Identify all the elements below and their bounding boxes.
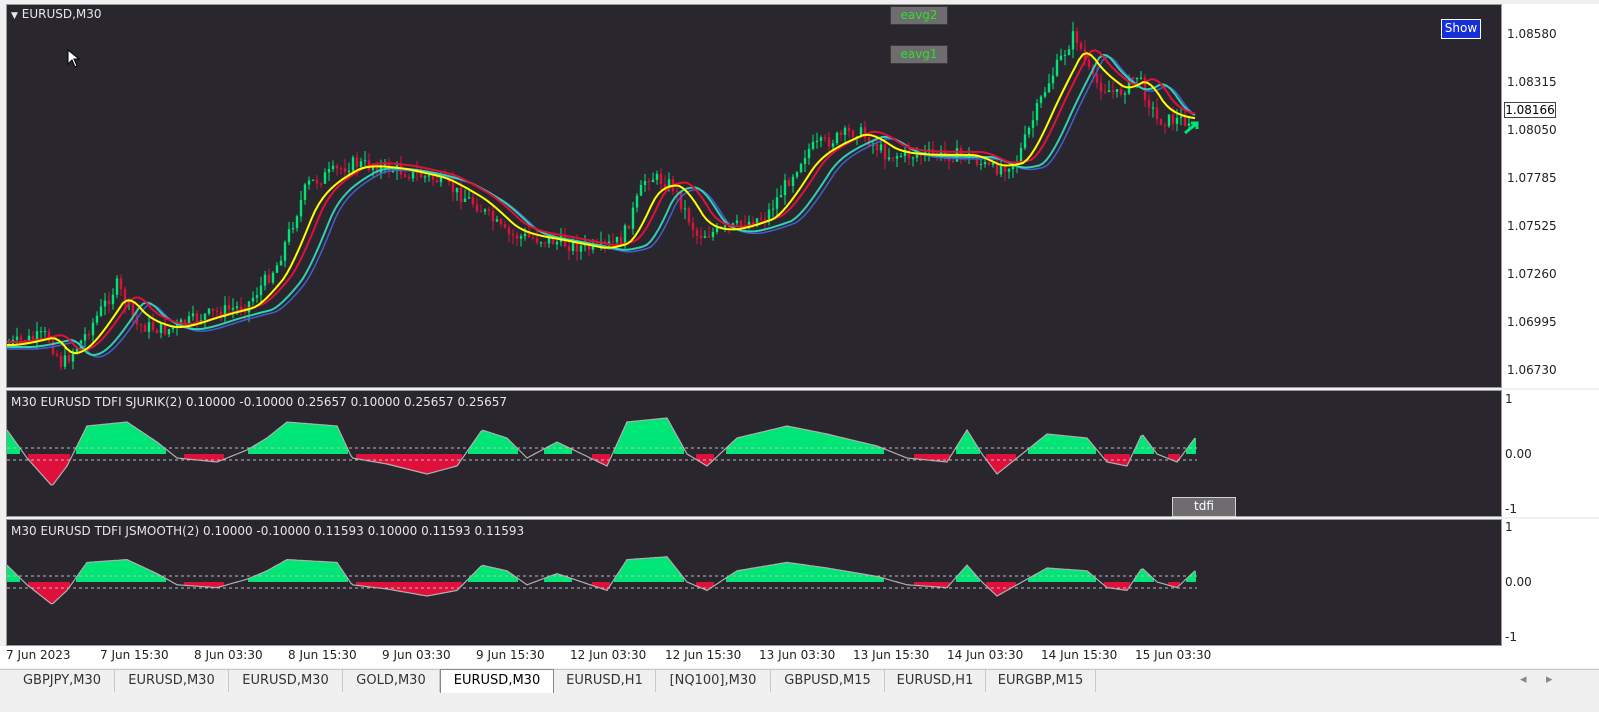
tab-scroll-right-icon[interactable]: ▸ xyxy=(1546,672,1553,687)
indicator1-tick-label: -1 xyxy=(1505,502,1517,516)
ma-red-line xyxy=(7,49,1196,352)
tdfi-sjurik-canvas xyxy=(7,417,1197,486)
time-tick-label: 8 Jun 03:30 xyxy=(194,648,263,662)
chart-tab[interactable]: EURUSD,M30 xyxy=(229,670,343,692)
price-tick-label: 1.07260 xyxy=(1507,267,1557,281)
triangle-down-icon: ▼ xyxy=(11,11,18,21)
price-tick-label: 1.07525 xyxy=(1507,219,1557,233)
chart-tab[interactable]: EURUSD,H1 xyxy=(885,670,986,692)
chart-tab[interactable]: EURUSD,M30 xyxy=(440,669,554,693)
chart-tab[interactable]: [NQ100],M30 xyxy=(656,670,771,692)
symbol-label: EURUSD,M30 xyxy=(21,7,102,21)
chart-tab[interactable]: EURUSD,H1 xyxy=(554,670,656,692)
chart-tab[interactable]: GBPJPY,M30 xyxy=(10,670,115,692)
price-tick-label: 1.07785 xyxy=(1507,171,1557,185)
tdfi-jsmooth-canvas xyxy=(7,556,1197,605)
tdfi-button[interactable]: tdfi xyxy=(1172,497,1236,517)
indicator2-title: M30 EURUSD TDFI JSMOOTH(2) 0.10000 -0.10… xyxy=(11,524,525,538)
chart-tab[interactable]: GOLD,M30 xyxy=(343,670,440,692)
candlesticks xyxy=(7,21,1191,371)
time-tick-label: 12 Jun 03:30 xyxy=(570,648,647,662)
time-tick-label: 14 Jun 15:30 xyxy=(1041,648,1118,662)
tdfi-sjurik-pane[interactable]: M30 EURUSD TDFI SJURIK(2) 0.10000 -0.100… xyxy=(6,390,1502,517)
chart-tab[interactable]: EURGBP,M15 xyxy=(986,670,1096,692)
tdfi-jsmooth-pane[interactable]: M30 EURUSD TDFI JSMOOTH(2) 0.10000 -0.10… xyxy=(6,519,1502,646)
cursor-icon xyxy=(67,48,81,73)
arrow-up-icon xyxy=(1184,121,1199,135)
time-tick-label: 7 Jun 2023 xyxy=(6,648,71,662)
eavg1-button[interactable]: eavg1 xyxy=(890,45,948,64)
tdfi-line xyxy=(7,556,1196,605)
price-tick-label: 1.06995 xyxy=(1507,315,1557,329)
time-tick-label: 13 Jun 03:30 xyxy=(759,648,836,662)
chart-tab[interactable]: GBPUSD,M15 xyxy=(771,670,885,692)
ma-yellow-line xyxy=(7,52,1196,355)
indicator2-tick-label: 1 xyxy=(1505,520,1513,534)
time-tick-label: 13 Jun 15:30 xyxy=(853,648,930,662)
tdfi-line xyxy=(7,417,1196,486)
show-button[interactable]: Show xyxy=(1441,19,1481,39)
ma-blue-line xyxy=(7,56,1196,358)
histogram xyxy=(7,418,1196,485)
time-tick-label: 9 Jun 15:30 xyxy=(476,648,545,662)
price-chart-canvas xyxy=(7,21,1199,371)
time-tick-label: 14 Jun 03:30 xyxy=(947,648,1024,662)
time-tick-label: 15 Jun 03:30 xyxy=(1135,648,1212,662)
time-tick-label: 7 Jun 15:30 xyxy=(100,648,169,662)
time-tick-label: 8 Jun 15:30 xyxy=(288,648,357,662)
indicator2-tick-label: 0.00 xyxy=(1505,575,1532,589)
indicator2-tick-label: -1 xyxy=(1505,630,1517,644)
symbol-menu[interactable]: ▼ EURUSD,M30 xyxy=(11,7,102,21)
indicator1-tick-label: 0.00 xyxy=(1505,447,1532,461)
price-tick-label: 1.06730 xyxy=(1507,363,1557,377)
chart-tab[interactable]: EURUSD,M30 xyxy=(115,670,229,692)
time-tick-label: 12 Jun 15:30 xyxy=(665,648,742,662)
current-price-marker: 1.08166 xyxy=(1504,102,1556,118)
price-axis xyxy=(1502,4,1599,388)
price-tick-label: 1.08580 xyxy=(1507,27,1557,41)
indicator1-title: M30 EURUSD TDFI SJURIK(2) 0.10000 -0.100… xyxy=(11,395,508,409)
price-tick-label: 1.08315 xyxy=(1507,75,1557,89)
time-tick-label: 9 Jun 03:30 xyxy=(382,648,451,662)
tab-scroll-left-icon[interactable]: ◂ xyxy=(1520,672,1527,687)
eavg2-button[interactable]: eavg2 xyxy=(890,6,948,25)
histogram xyxy=(7,556,1196,604)
price-tick-label: 1.08050 xyxy=(1507,123,1557,137)
indicator1-tick-label: 1 xyxy=(1505,392,1513,406)
price-chart-pane[interactable]: ▼ EURUSD,M30 eavg2 eavg1 Show xyxy=(6,4,1502,388)
ma-teal-line xyxy=(7,53,1196,357)
